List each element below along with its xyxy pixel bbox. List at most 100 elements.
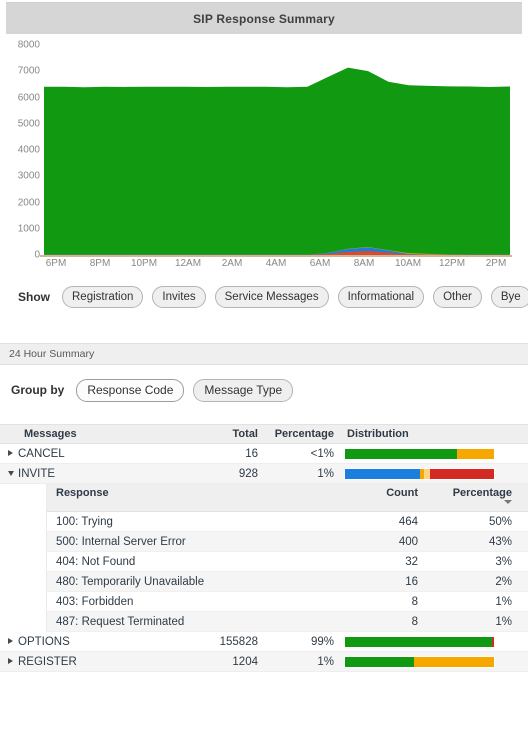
chart-y-tick-label: 8000 xyxy=(17,39,40,51)
chart-y-tick-label: 1000 xyxy=(17,223,40,235)
chart-x-axis-line xyxy=(40,255,512,257)
show-button-service-messages[interactable]: Service Messages xyxy=(214,286,329,308)
messages-table-body: CANCEL 16 <1% INVITE 928 1% Response Count Perce… xyxy=(0,444,528,672)
expand-triangle-icon[interactable] xyxy=(0,445,18,463)
chart-x-tick-label: 8PM xyxy=(89,258,111,269)
column-header-total[interactable]: Total xyxy=(168,428,258,440)
column-header-count[interactable]: Count xyxy=(308,487,418,499)
group-by-button-group: Response Code Message Type xyxy=(76,378,302,402)
distribution-segment xyxy=(345,636,492,647)
message-percentage-value: 99% xyxy=(310,635,334,648)
response-code-label: 500: Internal Server Error xyxy=(56,535,186,548)
page-title: SIP Response Summary xyxy=(193,11,335,26)
chart-x-tick-label: 10PM xyxy=(130,258,158,269)
response-percentage-value: 50% xyxy=(488,515,512,528)
message-total-value: 1204 xyxy=(232,655,258,668)
response-percentage-value: 2% xyxy=(495,575,512,588)
distribution-segment xyxy=(345,656,414,667)
summary-section-bar: 24 Hour Summary xyxy=(0,343,528,365)
chart-x-tick-label: 8AM xyxy=(353,258,375,269)
subtable-row[interactable]: 500: Internal Server Error 400 43% xyxy=(47,532,528,552)
message-total-value: 16 xyxy=(245,447,258,460)
message-percentage-value: 1% xyxy=(317,655,334,668)
column-header-sub-percentage-label: Percentage xyxy=(452,487,512,499)
response-percentage-value: 1% xyxy=(495,615,512,628)
chevron-right-icon xyxy=(8,638,13,645)
distribution-segment xyxy=(429,468,494,479)
column-header-response[interactable]: Response xyxy=(47,487,308,499)
show-button-other[interactable]: Other xyxy=(433,286,482,308)
sort-descending-icon xyxy=(504,500,512,504)
response-count-value: 400 xyxy=(398,535,418,548)
collapse-triangle-icon[interactable] xyxy=(0,465,18,483)
expand-triangle-icon[interactable] xyxy=(0,633,18,651)
chevron-right-icon xyxy=(8,450,13,457)
chart-series-group xyxy=(44,67,510,255)
subtable-row[interactable]: 100: Trying 464 50% xyxy=(47,512,528,532)
distribution-bar xyxy=(344,655,495,668)
message-total-value: 928 xyxy=(238,467,258,480)
response-code-label: 403: Forbidden xyxy=(56,595,134,608)
response-code-label: 487: Request Terminated xyxy=(56,615,185,628)
sip-response-summary-page: SIP Response Summary 0 1000 2000 3000 4000 50… xyxy=(0,0,528,734)
message-distribution-cell xyxy=(344,635,528,648)
chart-y-tick-label: 2000 xyxy=(17,197,40,208)
column-header-messages[interactable]: Messages xyxy=(18,428,168,440)
invite-response-subtable: Response Count Percentage 100: Trying 464 50%… xyxy=(46,484,528,632)
table-row[interactable]: CANCEL 16 <1% xyxy=(0,444,528,464)
group-by-button-message-type[interactable]: Message Type xyxy=(193,378,294,402)
sip-response-chart: 0 1000 2000 3000 4000 5000 6000 7000 8000 6PM 8PM… xyxy=(0,40,528,275)
response-code-label: 100: Trying xyxy=(56,515,113,528)
subtable-row[interactable]: 480: Temporarily Unavailable 16 2% xyxy=(47,572,528,592)
chart-x-tick-label: 6PM xyxy=(45,258,67,269)
panel-header: SIP Response Summary xyxy=(6,2,522,34)
column-header-sub-percentage[interactable]: Percentage xyxy=(418,487,528,504)
response-percentage-value: 1% xyxy=(495,595,512,608)
summary-section-title: 24 Hour Summary xyxy=(9,348,95,360)
distribution-bar xyxy=(344,635,495,648)
table-row[interactable]: OPTIONS 155828 99% xyxy=(0,632,528,652)
show-button-group: Registration Invites Service Messages Infor… xyxy=(62,286,528,308)
expand-triangle-icon[interactable] xyxy=(0,653,18,671)
distribution-bar xyxy=(344,467,495,480)
chart-y-tick-label: 3000 xyxy=(17,170,40,182)
subtable-row[interactable]: 487: Request Terminated 8 1% xyxy=(47,612,528,632)
show-filter-row: Show Registration Invites Service Messages… xyxy=(0,284,528,310)
group-by-button-response-code[interactable]: Response Code xyxy=(76,378,185,402)
distribution-segment xyxy=(345,468,420,479)
table-row[interactable]: INVITE 928 1% xyxy=(0,464,528,484)
response-count-value: 32 xyxy=(405,555,418,568)
chart-x-tick-label: 2PM xyxy=(485,258,507,269)
chart-x-tick-label: 6AM xyxy=(309,258,331,269)
message-total-value: 155828 xyxy=(219,635,258,648)
show-label: Show xyxy=(18,290,50,304)
response-percentage-value: 3% xyxy=(495,555,512,568)
chart-x-axis: 6PM 8PM 10PM 12AM 2AM 4AM 6AM 8AM 10AM 12PM 2PM xyxy=(0,258,528,276)
chart-area-registration xyxy=(44,67,510,255)
distribution-bar xyxy=(344,447,495,460)
messages-table: Messages Total Percentage Distribution C… xyxy=(0,424,528,672)
show-button-bye[interactable]: Bye xyxy=(490,286,528,308)
column-header-distribution[interactable]: Distribution xyxy=(344,428,528,440)
show-button-registration[interactable]: Registration xyxy=(62,286,144,308)
messages-table-header: Messages Total Percentage Distribution xyxy=(0,424,528,444)
response-count-value: 8 xyxy=(411,595,418,608)
column-header-percentage[interactable]: Percentage xyxy=(258,428,344,440)
chevron-right-icon xyxy=(8,658,13,665)
show-button-invites[interactable]: Invites xyxy=(152,286,206,308)
message-distribution-cell xyxy=(344,655,528,668)
subtable-row[interactable]: 404: Not Found 32 3% xyxy=(47,552,528,572)
message-percentage-value: <1% xyxy=(310,447,334,460)
response-percentage-value: 43% xyxy=(488,535,512,548)
show-button-informational[interactable]: Informational xyxy=(337,286,425,308)
response-count-value: 8 xyxy=(411,615,418,628)
subtable-row[interactable]: 403: Forbidden 8 1% xyxy=(47,592,528,612)
table-row[interactable]: REGISTER 1204 1% xyxy=(0,652,528,672)
message-distribution-cell xyxy=(344,467,528,480)
chart-y-tick-label: 7000 xyxy=(17,65,40,77)
message-type-label: CANCEL xyxy=(18,447,65,460)
message-percentage-value: 1% xyxy=(317,467,334,480)
group-by-row: Group by Response Code Message Type xyxy=(0,378,528,402)
chevron-down-icon xyxy=(8,470,14,476)
response-code-label: 404: Not Found xyxy=(56,555,136,568)
